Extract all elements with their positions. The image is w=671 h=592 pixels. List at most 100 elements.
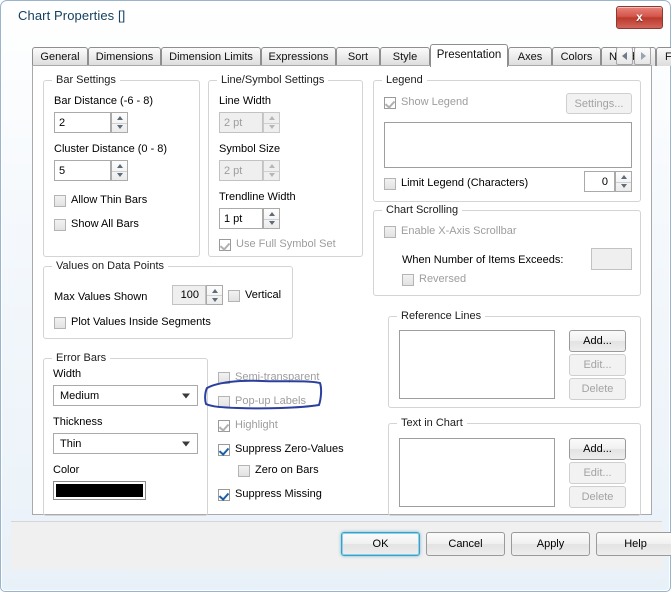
help-button[interactable]: Help [596,532,671,556]
legend-caption: Legend [382,74,427,86]
tab-dimensions[interactable]: Dimensions [88,47,161,66]
presentation-tab-page: Bar Settings Bar Distance (-6 - 8) 2 Clu… [32,65,652,516]
checkbox-label: Enable X-Axis Scrollbar [401,225,517,237]
tab-general[interactable]: General [32,47,88,66]
legend-settings-button: Settings... [566,93,632,114]
chart-scrolling-caption: Chart Scrolling [382,204,463,216]
cancel-button[interactable]: Cancel [426,532,505,556]
error-bar-thickness-value: Thin [60,437,82,450]
error-bar-width-label: Width [53,368,82,380]
reference-lines-group: Reference Lines Add... Edit... Delete [388,310,641,408]
bar-settings-group: Bar Settings Bar Distance (-6 - 8) 2 Clu… [43,74,200,257]
max-values-shown-input[interactable]: 100 [172,285,206,305]
checkbox-label: Zero on Bars [255,464,319,476]
max-values-shown-spinner[interactable] [206,285,223,305]
checkbox-box [384,226,396,238]
cluster-distance-label: Cluster Distance (0 - 8) [54,143,168,155]
chevron-down-icon [182,393,190,398]
text-in-chart-listbox[interactable] [399,438,555,507]
legend-listbox[interactable] [384,122,632,168]
checkbox-box [218,420,230,432]
tab-expressions[interactable]: Expressions [261,47,336,66]
checkbox-box [218,396,230,408]
checkbox-label: Suppress Zero-Values [235,443,344,455]
tab-axes[interactable]: Axes [508,47,552,66]
line-width-label: Line Width [219,95,271,107]
checkbox-box [219,239,231,251]
spinner-down-icon[interactable] [112,123,127,133]
trendline-width-input[interactable]: 1 pt [219,208,263,229]
error-bars-group: Error Bars Width Medium Thickness Thin C… [43,352,208,516]
text-in-chart-group: Text in Chart Add... Edit... Delete [388,417,641,516]
reference-lines-edit-button: Edit... [569,354,626,376]
tab-scroll-left-icon[interactable] [616,47,633,65]
line-symbol-settings-group: Line/Symbol Settings Line Width 2 pt Sym… [208,74,363,257]
checkbox-label: Use Full Symbol Set [236,238,336,250]
error-bar-width-select[interactable]: Medium [53,385,198,406]
line-width-value: 2 pt [224,116,243,129]
legend-group: Legend Show Legend Settings... Limit Leg… [373,74,641,202]
spinner-down-icon[interactable] [616,182,631,192]
cluster-distance-spinner[interactable] [111,160,128,181]
spinner-down-icon[interactable] [264,219,279,229]
line-width-input: 2 pt [219,112,263,133]
dialog-body: General Dimensions Dimension Limits Expr… [11,34,671,569]
checkbox-label: Pop-up Labels [235,395,306,407]
checkbox-label: Semi-transparent [235,371,320,383]
checkbox-box [218,444,230,456]
tab-style[interactable]: Style [380,47,430,66]
line-symbol-settings-caption: Line/Symbol Settings [217,74,329,86]
text-in-chart-add-button[interactable]: Add... [569,438,626,460]
symbol-size-spinner [263,160,280,181]
checkbox-label: Allow Thin Bars [71,194,148,206]
text-in-chart-delete-button: Delete [569,486,626,508]
checkbox-label: Suppress Missing [235,488,322,500]
title-bar[interactable]: Chart Properties [] x [1,1,671,34]
checkbox-box [54,317,66,329]
spinner-down-icon[interactable] [207,295,222,304]
cluster-distance-input[interactable]: 5 [54,160,111,181]
cluster-distance-value: 5 [59,164,66,177]
symbol-size-label: Symbol Size [219,143,281,155]
checkbox-box [384,178,396,190]
error-bar-thickness-label: Thickness [53,416,103,428]
tab-presentation[interactable]: Presentation [430,44,508,67]
apply-button[interactable]: Apply [511,532,590,556]
tab-colors[interactable]: Colors [552,47,601,66]
color-fill [56,484,143,497]
limit-legend-spinner[interactable] [615,171,632,192]
close-button[interactable]: x [616,6,663,29]
reference-lines-delete-button: Delete [569,378,626,400]
spinner-down-icon[interactable] [112,171,127,181]
tab-scroll-right-icon[interactable] [634,47,651,65]
bar-distance-spinner[interactable] [111,112,128,133]
symbol-size-input: 2 pt [219,160,263,181]
bar-distance-input[interactable]: 2 [54,112,111,133]
error-bar-width-value: Medium [60,389,100,402]
checkbox-label: Highlight [235,419,278,431]
reference-lines-add-button[interactable]: Add... [569,330,626,352]
reference-lines-listbox[interactable] [399,330,555,399]
max-values-shown-value: 100 [180,289,199,301]
text-in-chart-caption: Text in Chart [397,417,467,429]
checkbox-box [54,219,66,231]
tab-sort[interactable]: Sort [336,47,380,66]
limit-legend-input[interactable]: 0 [584,171,615,192]
error-bar-thickness-select[interactable]: Thin [53,433,198,454]
error-bar-color-swatch[interactable] [53,481,146,500]
values-on-data-points-caption: Values on Data Points [52,260,169,272]
trendline-width-spinner[interactable] [263,208,280,229]
checkbox-box [54,195,66,207]
close-icon: x [636,10,643,24]
checkbox-label: Reversed [419,273,467,285]
spinner-down-icon [264,123,279,133]
display-options-list: Semi-transparent Pop-up Labels Highlight… [218,371,368,521]
ok-button[interactable]: OK [341,532,420,556]
reference-lines-caption: Reference Lines [397,310,486,322]
tab-font[interactable]: Font [656,47,671,66]
checkbox-box [402,274,414,286]
tab-dimension-limits[interactable]: Dimension Limits [161,47,261,66]
checkbox-box [218,372,230,384]
checkbox-label: Plot Values Inside Segments [71,316,211,328]
checkbox-box [218,489,230,501]
